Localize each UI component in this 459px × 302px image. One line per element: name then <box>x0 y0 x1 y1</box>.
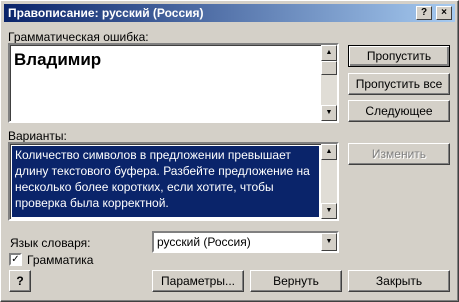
chevron-down-icon[interactable]: ▼ <box>321 233 337 251</box>
window-title: Правописание: русский (Россия) <box>8 6 204 20</box>
scroll-up-icon[interactable]: ▲ <box>321 144 337 160</box>
suggestion-item[interactable]: Количество символов в предложении превыш… <box>12 146 319 217</box>
help-title-button[interactable]: ? <box>416 6 432 20</box>
skip-all-button[interactable]: Пропустить все <box>348 73 450 95</box>
dictionary-value: русский (Россия) <box>157 235 251 249</box>
close-button[interactable]: Закрыть <box>348 270 450 292</box>
scroll-down-icon[interactable]: ▼ <box>321 105 337 121</box>
dictionary-select[interactable]: русский (Россия) ▼ <box>152 231 339 253</box>
change-button[interactable]: Изменить <box>348 143 450 165</box>
grammar-checkbox[interactable]: ✓ <box>9 253 22 266</box>
suggestions-listbox[interactable]: Количество символов в предложении превыш… <box>8 142 339 221</box>
error-scrollbar[interactable]: ▲ ▼ <box>321 45 337 121</box>
close-title-button[interactable]: × <box>436 6 452 20</box>
suggestions-label: Варианты: <box>8 129 67 143</box>
grammar-label: Грамматика <box>27 253 94 267</box>
error-label: Грамматическая ошибка: <box>8 30 149 44</box>
scroll-down-icon[interactable]: ▼ <box>321 203 337 219</box>
help-icon[interactable]: ? <box>9 270 31 292</box>
suggestions-scrollbar[interactable]: ▲ ▼ <box>321 144 337 219</box>
spelling-dialog: Правописание: русский (Россия) ? × Грамм… <box>0 0 459 302</box>
title-bar[interactable]: Правописание: русский (Россия) ? × <box>4 4 455 22</box>
scroll-thumb[interactable] <box>321 61 337 75</box>
next-button[interactable]: Следующее <box>348 100 450 122</box>
error-text: Владимир <box>14 50 102 69</box>
dictionary-label: Язык словаря: <box>10 236 91 250</box>
options-button[interactable]: Параметры... <box>152 270 244 292</box>
scroll-up-icon[interactable]: ▲ <box>321 45 337 61</box>
error-textbox[interactable]: Владимир ▲ ▼ <box>8 43 339 123</box>
undo-button[interactable]: Вернуть <box>250 270 342 292</box>
skip-button[interactable]: Пропустить <box>348 45 450 67</box>
